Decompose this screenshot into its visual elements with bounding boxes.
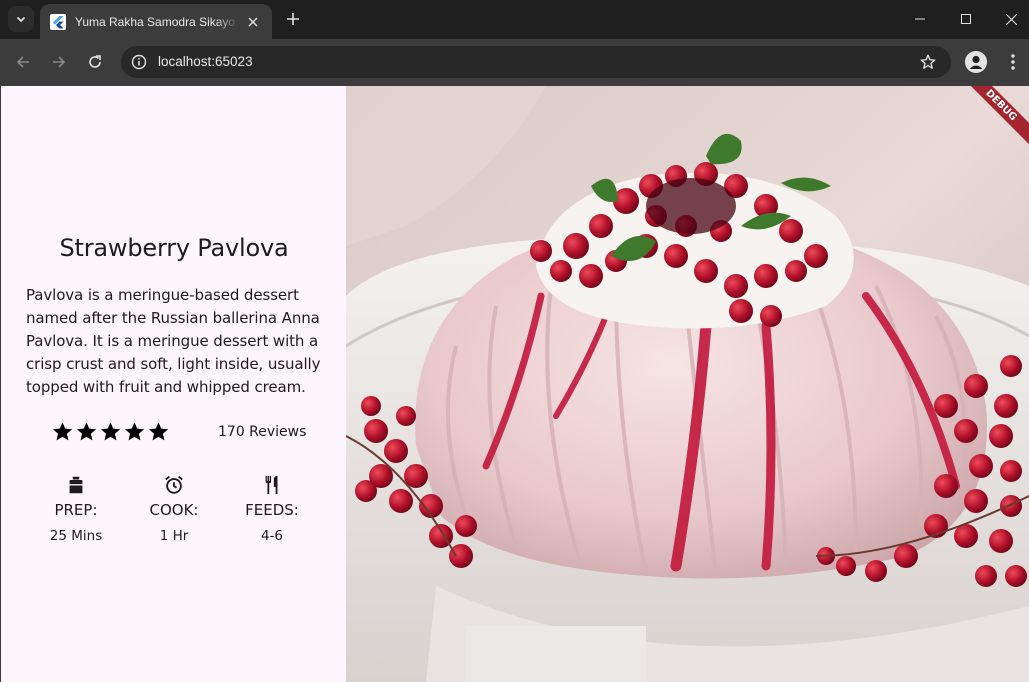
- arrow-right-icon: [53, 56, 66, 68]
- profile-button[interactable]: [965, 51, 987, 73]
- kitchen-icon: [69, 476, 83, 494]
- chevron-down-icon: [16, 16, 26, 23]
- prep-info: PREP: 25 Mins: [36, 474, 116, 544]
- browser-menu-button[interactable]: [1003, 51, 1023, 73]
- close-icon: [248, 17, 258, 26]
- new-tab-button[interactable]: [283, 9, 303, 29]
- minimize-icon: [915, 18, 925, 20]
- active-tab[interactable]: Yuma Rakha Samodra Sikayo - Jumaat Fiber…: [40, 4, 272, 39]
- browser-title-bar: Yuma Rakha Samodra Sikayo - Jumaat Fiber…: [0, 0, 1029, 39]
- arrow-left-icon: [16, 56, 29, 68]
- flutter-icon: [50, 13, 66, 30]
- star-icon: [124, 422, 145, 441]
- star-icon: [148, 422, 169, 441]
- cook-value: 1 Hr: [159, 528, 189, 544]
- star-icon: [100, 422, 121, 441]
- star-outline-icon[interactable]: [919, 53, 937, 71]
- pavlova-photo: DEBUG: [346, 86, 1029, 682]
- feeds-info: FEEDS: 4-6: [232, 474, 312, 544]
- tab-search-button[interactable]: [8, 6, 34, 32]
- pavlova-image: [346, 86, 1029, 682]
- prep-value: 25 Mins: [49, 528, 103, 544]
- kebab-icon: [1011, 54, 1015, 70]
- minimize-button[interactable]: [897, 0, 943, 38]
- page-viewport: Strawberry Pavlova Pavlova is a meringue…: [0, 86, 1029, 682]
- reload-button[interactable]: [84, 51, 106, 73]
- info-icon[interactable]: [131, 54, 147, 70]
- recipe-info-panel: Strawberry Pavlova Pavlova is a meringue…: [0, 86, 346, 682]
- cook-info: COOK: 1 Hr: [134, 474, 214, 544]
- recipe-description: Pavlova is a meringue-based dessert name…: [26, 286, 321, 396]
- reviews-count: 170 Reviews: [218, 424, 307, 440]
- alarm-icon: [165, 475, 183, 494]
- rating-stars: [51, 420, 170, 443]
- maximize-button[interactable]: [943, 0, 989, 38]
- feeds-label: FEEDS:: [245, 501, 299, 519]
- star-icon: [52, 422, 73, 441]
- forward-button[interactable]: [48, 51, 70, 73]
- browser-toolbar: localhost:65023: [0, 39, 1029, 86]
- person-icon: [965, 51, 987, 73]
- reload-icon: [89, 55, 101, 68]
- close-window-button[interactable]: [988, 0, 1029, 38]
- url-text[interactable]: localhost:65023: [158, 54, 253, 70]
- tab-title: Yuma Rakha Samodra Sikayo - Jumaat Fiber…: [75, 14, 240, 29]
- star-icon: [76, 422, 97, 441]
- address-bar[interactable]: localhost:65023: [121, 46, 951, 78]
- tab-close-button[interactable]: [244, 13, 262, 31]
- feeds-value: 4-6: [260, 528, 284, 544]
- close-icon: [1005, 13, 1017, 25]
- prep-label: PREP:: [54, 501, 98, 519]
- back-button[interactable]: [12, 51, 34, 73]
- recipe-title: Strawberry Pavlova: [59, 234, 289, 262]
- plus-icon: [287, 13, 299, 25]
- maximize-icon: [961, 14, 971, 24]
- restaurant-icon: [265, 475, 278, 495]
- cook-label: COOK:: [149, 501, 199, 519]
